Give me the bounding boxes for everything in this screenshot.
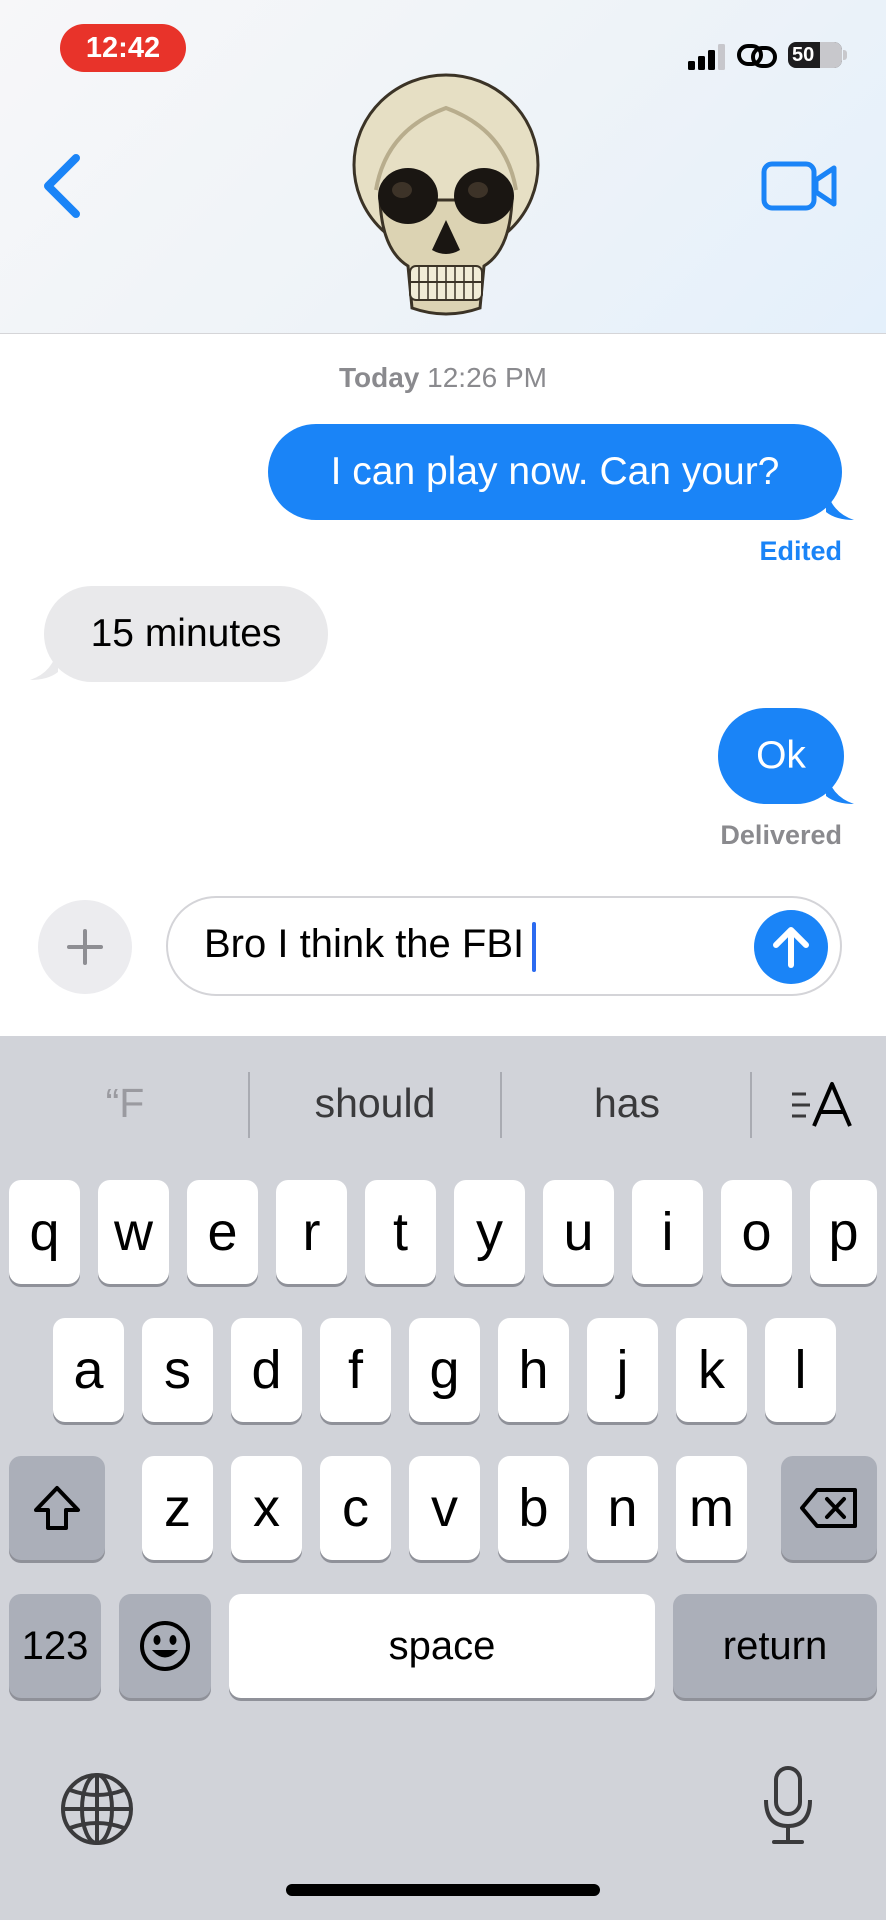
key-j[interactable]: j xyxy=(587,1318,658,1422)
personal-hotspot-icon xyxy=(737,44,777,68)
facetime-video-button[interactable] xyxy=(760,158,840,214)
incoming-message-bubble[interactable]: 15 minutes xyxy=(44,586,328,682)
key-s[interactable]: s xyxy=(142,1318,213,1422)
key-t[interactable]: t xyxy=(365,1180,436,1284)
prediction-suggestion[interactable]: should xyxy=(250,1068,500,1138)
key-a[interactable]: a xyxy=(53,1318,124,1422)
key-g[interactable]: g xyxy=(409,1318,480,1422)
key-v[interactable]: v xyxy=(409,1456,480,1560)
key-u[interactable]: u xyxy=(543,1180,614,1284)
edited-label[interactable]: Edited xyxy=(600,536,842,567)
key-k[interactable]: k xyxy=(676,1318,747,1422)
key-h[interactable]: h xyxy=(498,1318,569,1422)
emoji-icon xyxy=(140,1621,190,1671)
shift-key[interactable] xyxy=(9,1456,105,1560)
key-w[interactable]: w xyxy=(98,1180,169,1284)
chevron-left-icon xyxy=(44,154,80,218)
outgoing-message-bubble[interactable]: I can play now. Can your? xyxy=(268,424,842,520)
key-n[interactable]: n xyxy=(587,1456,658,1560)
battery-level: 50 xyxy=(792,43,815,66)
conversation-timestamp: Today 12:26 PM xyxy=(0,362,886,394)
bubble-tail xyxy=(826,770,854,804)
microphone-icon[interactable] xyxy=(760,1764,816,1848)
key-c[interactable]: c xyxy=(320,1456,391,1560)
send-button[interactable] xyxy=(754,910,828,984)
numbers-key[interactable]: 123 xyxy=(9,1594,101,1698)
globe-icon[interactable] xyxy=(58,1770,136,1848)
delete-key[interactable] xyxy=(781,1456,877,1560)
arrow-up-icon xyxy=(773,927,809,968)
message-input-text[interactable]: Bro I think the FBI xyxy=(204,922,524,967)
key-b[interactable]: b xyxy=(498,1456,569,1560)
text-format-icon[interactable] xyxy=(790,1080,854,1130)
return-key[interactable]: return xyxy=(673,1594,877,1698)
timestamp-time: 12:26 PM xyxy=(427,362,548,393)
key-o[interactable]: o xyxy=(721,1180,792,1284)
home-indicator[interactable] xyxy=(286,1884,600,1896)
key-q[interactable]: q xyxy=(9,1180,80,1284)
battery-tip xyxy=(843,50,847,60)
text-cursor xyxy=(532,922,536,972)
prediction-divider xyxy=(750,1072,752,1138)
prediction-suggestion[interactable]: has xyxy=(502,1068,752,1138)
key-i[interactable]: i xyxy=(632,1180,703,1284)
video-camera-icon xyxy=(761,161,837,211)
message-text: Ok xyxy=(756,734,806,777)
space-key[interactable]: space xyxy=(229,1594,655,1698)
delivery-status: Delivered xyxy=(720,820,842,850)
contact-avatar[interactable] xyxy=(346,70,546,320)
plus-icon xyxy=(67,929,103,965)
status-time: 12:42 xyxy=(60,24,186,72)
key-p[interactable]: p xyxy=(810,1180,877,1284)
back-button[interactable] xyxy=(38,150,88,222)
apps-plus-button[interactable] xyxy=(38,900,132,994)
battery-indicator: 50 xyxy=(788,42,842,68)
key-z[interactable]: z xyxy=(142,1456,213,1560)
key-m[interactable]: m xyxy=(676,1456,747,1560)
key-f[interactable]: f xyxy=(320,1318,391,1422)
emoji-key[interactable] xyxy=(119,1594,211,1698)
key-x[interactable]: x xyxy=(231,1456,302,1560)
message-text: I can play now. Can your? xyxy=(330,450,780,493)
shift-icon xyxy=(34,1486,80,1530)
skull-avatar-icon xyxy=(352,73,540,316)
bubble-tail xyxy=(826,486,854,520)
prediction-suggestion[interactable]: “F xyxy=(40,1068,210,1138)
key-d[interactable]: d xyxy=(231,1318,302,1422)
key-e[interactable]: e xyxy=(187,1180,258,1284)
key-y[interactable]: y xyxy=(454,1180,525,1284)
cellular-signal-icon xyxy=(688,44,725,70)
delete-icon xyxy=(800,1488,857,1528)
key-r[interactable]: r xyxy=(276,1180,347,1284)
timestamp-day: Today xyxy=(338,362,420,393)
message-text: 15 minutes xyxy=(90,612,282,655)
bubble-tail xyxy=(30,646,58,680)
key-l[interactable]: l xyxy=(765,1318,836,1422)
